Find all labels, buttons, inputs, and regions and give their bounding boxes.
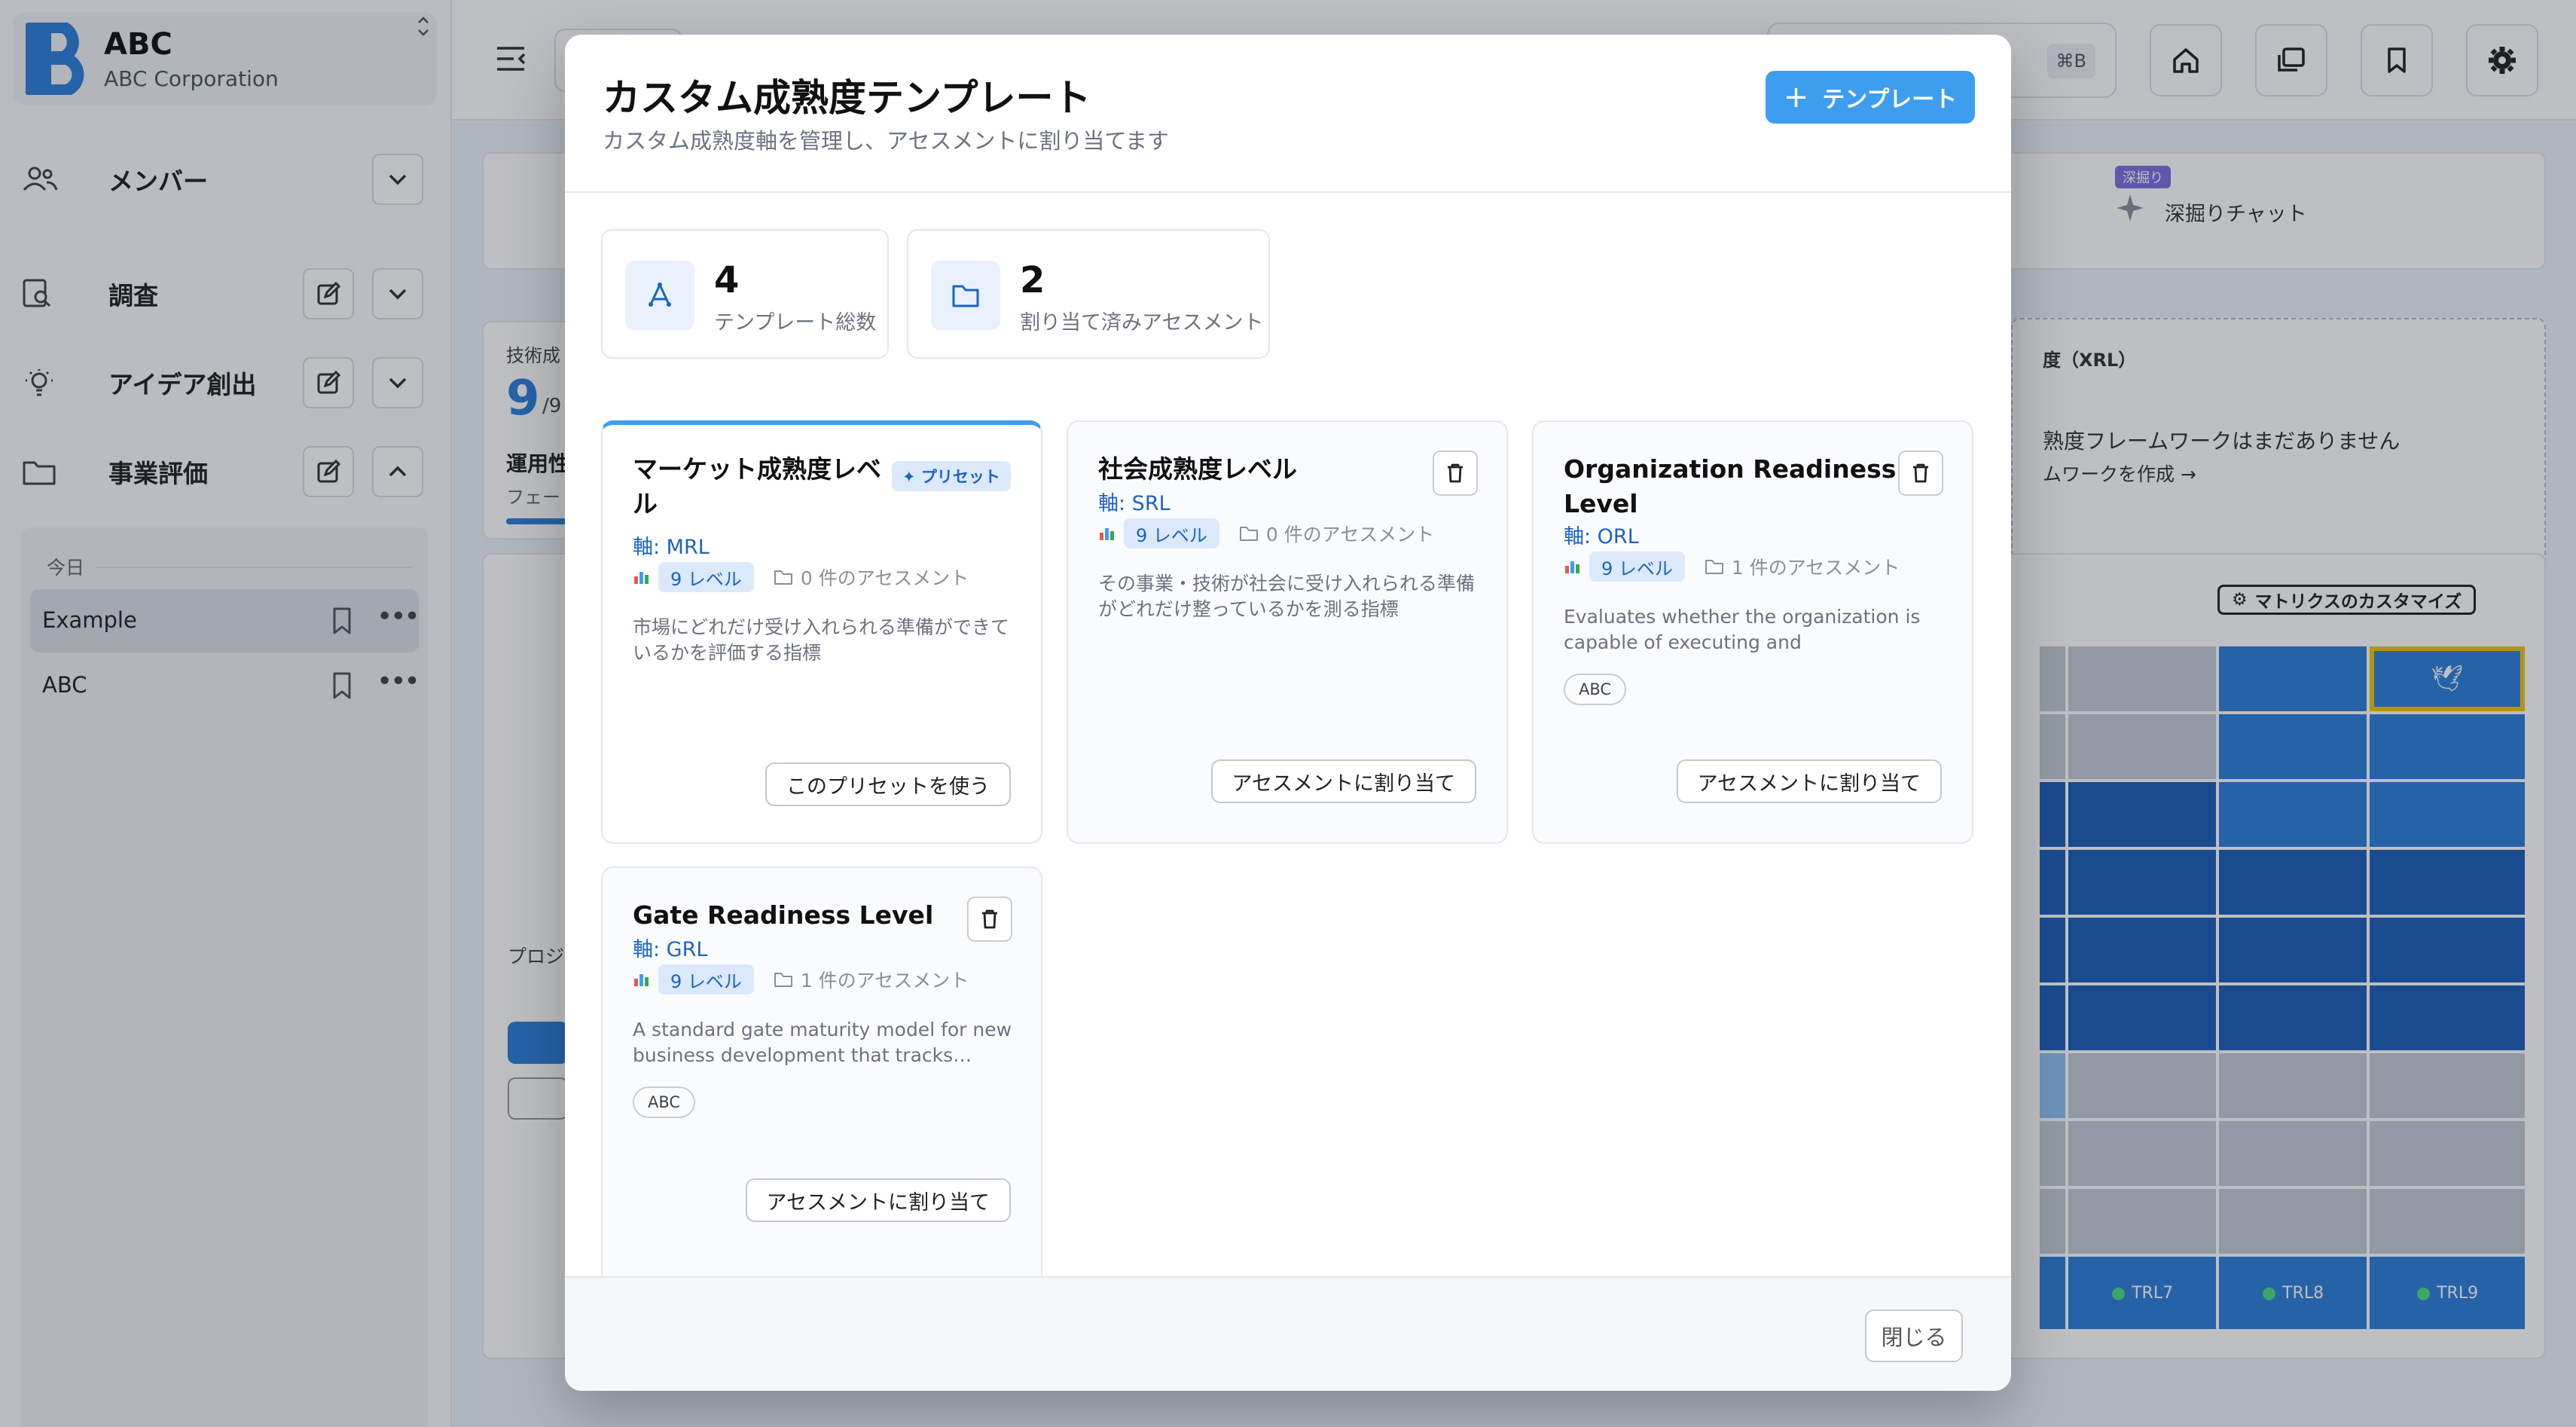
card-meta: 9 レベル 0 件のアセスメント bbox=[633, 562, 969, 592]
card-axis: 軸: GRL bbox=[633, 938, 708, 961]
stat-label: 割り当て済みアセスメント bbox=[1020, 311, 1264, 335]
level-badge: 9 レベル bbox=[658, 964, 754, 995]
card-title: Organization Readiness Level bbox=[1564, 454, 1897, 518]
close-button[interactable]: 閉じる bbox=[1865, 1309, 1963, 1362]
folder-icon bbox=[774, 570, 792, 585]
assign-assessment-button[interactable]: アセスメントに割り当て bbox=[745, 1178, 1011, 1222]
modal-subtitle: カスタム成熟度軸を管理し、アセスメントに割り当てます bbox=[603, 128, 1169, 154]
card-meta: 9 レベル 1 件のアセスメント bbox=[1564, 552, 1900, 582]
company-tag: ABC bbox=[1564, 674, 1627, 705]
bar-chart-icon bbox=[1565, 561, 1579, 573]
card-meta: 9 レベル 0 件のアセスメント bbox=[1098, 518, 1434, 548]
stat-label: テンプレート総数 bbox=[714, 311, 877, 335]
assessment-count-label: 1 件のアセスメント bbox=[800, 970, 969, 992]
stat-assigned-assessments: 2 割り当て済みアセスメント bbox=[907, 229, 1270, 359]
card-description: その事業・技術が社会に受け入れられる準備がどれだけ整っているかを測る指標 bbox=[1098, 573, 1476, 620]
assessment-count: 1 件のアセスメント bbox=[774, 966, 969, 993]
assessment-count-label: 0 件のアセスメント bbox=[800, 567, 969, 589]
trash-icon bbox=[1448, 463, 1463, 483]
level-badge: 9 レベル bbox=[1589, 552, 1685, 582]
folder-icon bbox=[1239, 527, 1258, 541]
assessment-count: 0 件のアセスメント bbox=[1239, 520, 1434, 547]
modal-title: カスタム成熟度テンプレート bbox=[603, 76, 1091, 120]
level-badge: 9 レベル bbox=[1124, 518, 1219, 548]
card-axis: 軸: SRL bbox=[1098, 492, 1170, 515]
template-card[interactable]: マーケット成熟度レベル ✦ プリセット 軸: MRL 9 レベル 0 件のアセス… bbox=[601, 420, 1042, 844]
sparkle-grid-icon bbox=[625, 261, 694, 330]
assessment-count-label: 0 件のアセスメント bbox=[1265, 524, 1435, 545]
assessment-count-label: 1 件のアセスメント bbox=[1731, 557, 1900, 579]
plus-icon: + bbox=[1783, 80, 1809, 115]
stat-value: 2 bbox=[1020, 259, 1045, 301]
company-tag: ABC bbox=[633, 1086, 696, 1118]
card-title: 社会成熟度レベル bbox=[1098, 454, 1297, 484]
delete-template-button[interactable] bbox=[1898, 451, 1943, 496]
trash-icon bbox=[982, 909, 997, 929]
assign-assessment-button[interactable]: アセスメントに割り当て bbox=[1676, 759, 1942, 803]
folder-icon bbox=[1705, 560, 1723, 574]
add-template-label: テンプレート bbox=[1822, 87, 1958, 113]
template-card[interactable]: Gate Readiness Level 軸: GRL 9 レベル 1 件のアセ… bbox=[601, 866, 1042, 1290]
trash-icon bbox=[1913, 463, 1928, 483]
folder-icon bbox=[774, 973, 792, 987]
card-description: 市場にどれだけ受け入れられる準備ができているかを評価する指標 bbox=[633, 616, 1010, 664]
delete-template-button[interactable] bbox=[1433, 451, 1478, 496]
card-axis: 軸: ORL bbox=[1564, 525, 1639, 548]
folder-icon bbox=[931, 261, 1000, 330]
template-card[interactable]: Organization Readiness Level 軸: ORL 9 レベ… bbox=[1532, 420, 1973, 844]
use-preset-button[interactable]: このプリセットを使う bbox=[765, 762, 1011, 806]
template-modal: カスタム成熟度テンプレート カスタム成熟度軸を管理し、アセスメントに割り当てます… bbox=[565, 35, 2011, 1391]
level-badge: 9 レベル bbox=[658, 562, 754, 592]
preset-badge: ✦ プリセット bbox=[892, 461, 1011, 491]
card-title: Gate Readiness Level bbox=[633, 900, 934, 930]
assessment-count: 0 件のアセスメント bbox=[774, 564, 969, 591]
bar-chart-icon bbox=[634, 572, 649, 584]
assessment-count: 1 件のアセスメント bbox=[1705, 553, 1900, 580]
card-title: マーケット成熟度レベル bbox=[633, 454, 881, 518]
stat-value: 4 bbox=[714, 259, 740, 301]
card-meta: 9 レベル 1 件のアセスメント bbox=[633, 964, 969, 995]
divider bbox=[565, 191, 2011, 193]
card-axis: 軸: MRL bbox=[633, 536, 710, 559]
assign-assessment-button[interactable]: アセスメントに割り当て bbox=[1210, 759, 1476, 803]
delete-template-button[interactable] bbox=[967, 897, 1012, 942]
bar-chart-icon bbox=[634, 974, 649, 986]
modal-footer: 閉じる bbox=[565, 1276, 2011, 1391]
card-description: Evaluates whether the organization is ca… bbox=[1564, 606, 1921, 653]
add-template-button[interactable]: + テンプレート bbox=[1766, 71, 1975, 124]
template-card[interactable]: 社会成熟度レベル 軸: SRL 9 レベル 0 件のアセスメント その事業・技術… bbox=[1067, 420, 1508, 844]
bar-chart-icon bbox=[1100, 528, 1114, 540]
stat-total-templates: 4 テンプレート総数 bbox=[601, 229, 889, 359]
card-description: A standard gate maturity model for new b… bbox=[633, 1019, 1012, 1066]
